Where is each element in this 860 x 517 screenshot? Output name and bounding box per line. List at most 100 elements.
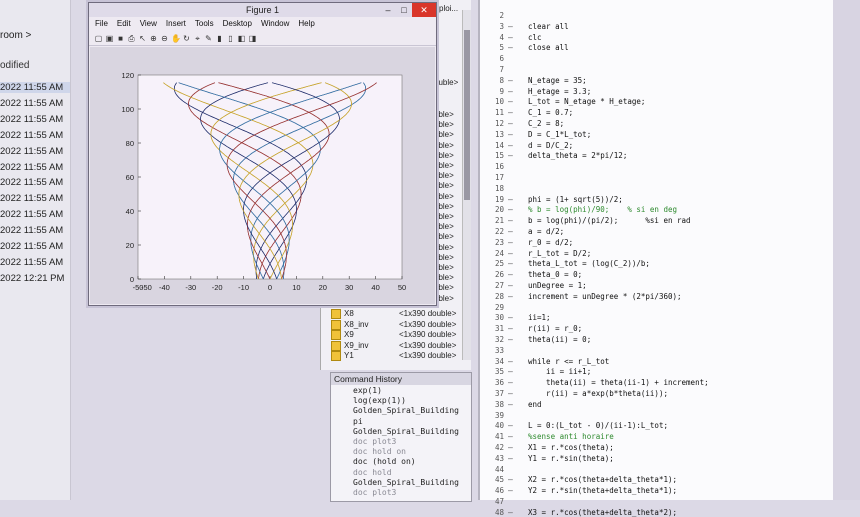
workspace-variable-row[interactable]: X9_inv <1x390 double> <box>331 340 456 351</box>
pan-icon[interactable]: ✋ <box>171 34 181 43</box>
code-line[interactable]: ii = ii+1; <box>528 367 591 376</box>
breakpoint-marker[interactable]: – <box>508 141 513 150</box>
explorer-row[interactable]: 2022 11:55 AM <box>0 130 63 141</box>
code-line[interactable]: end <box>528 400 542 409</box>
explorer-row[interactable]: 2022 11:55 AM <box>0 225 63 236</box>
code-line[interactable]: C_1 = 0.7; <box>528 108 573 117</box>
code-line[interactable]: a = d/2; <box>528 227 564 236</box>
menu-view[interactable]: View <box>140 17 157 31</box>
colorbar-icon[interactable]: ▮ <box>215 34 224 43</box>
menu-help[interactable]: Help <box>298 17 314 31</box>
explorer-row[interactable]: 2022 11:55 AM <box>0 209 63 220</box>
breakpoint-marker[interactable]: – <box>508 43 513 52</box>
breakpoint-marker[interactable]: – <box>508 238 513 247</box>
history-entry[interactable]: log(exp(1)) <box>353 396 406 405</box>
history-entry[interactable]: exp(1) <box>353 386 382 395</box>
breakpoint-marker[interactable]: – <box>508 367 513 376</box>
code-line[interactable]: N_etage = 35; <box>528 76 587 85</box>
code-line[interactable]: L_tot = N_etage * H_etage; <box>528 97 645 106</box>
history-entry[interactable]: Golden_Spiral_Building <box>353 406 459 415</box>
maximize-icon[interactable]: □ <box>396 3 412 17</box>
code-line[interactable]: clc <box>528 33 542 42</box>
save-icon[interactable]: ■ <box>116 34 125 43</box>
breakpoint-marker[interactable]: – <box>508 400 513 409</box>
date-modified-header[interactable]: odified <box>0 60 29 71</box>
zoom-out-icon[interactable]: ⊖ <box>160 34 169 43</box>
breakpoint-marker[interactable]: – <box>508 281 513 290</box>
open-icon[interactable]: ▣ <box>105 34 114 43</box>
explorer-row[interactable]: 2022 12:21 PM <box>0 273 64 284</box>
explorer-row[interactable]: 2022 11:55 AM <box>0 257 63 268</box>
code-line[interactable]: X1 = r.*cos(theta); <box>528 443 614 452</box>
code-line[interactable]: Y2 = r.*sin(theta+delta_theta*1); <box>528 486 677 495</box>
breakpoint-marker[interactable]: – <box>508 324 513 333</box>
breakpoint-marker[interactable]: – <box>508 421 513 430</box>
datacursor-icon[interactable]: ⌖ <box>193 34 202 43</box>
history-entry[interactable]: doc (hold on) <box>353 457 416 466</box>
code-line[interactable]: while r <= r_L_tot <box>528 357 609 366</box>
breakpoint-marker[interactable]: – <box>508 486 513 495</box>
history-entry[interactable]: doc plot3 <box>353 437 396 446</box>
explorer-row[interactable]: 2022 11:55 AM <box>0 177 63 188</box>
code-line[interactable]: increment = unDegree * (2*pi/360); <box>528 292 682 301</box>
history-entry[interactable]: doc hold <box>353 468 392 477</box>
code-line[interactable]: clear all <box>528 22 569 31</box>
menu-insert[interactable]: Insert <box>166 17 186 31</box>
breakpoint-marker[interactable]: – <box>508 22 513 31</box>
print-icon[interactable]: ⎙ <box>127 34 136 43</box>
menu-edit[interactable]: Edit <box>117 17 131 31</box>
breakpoint-marker[interactable]: – <box>508 97 513 106</box>
history-entry[interactable]: doc plot3 <box>353 488 396 497</box>
workspace-variable-row[interactable]: X8 <1x390 double> <box>331 309 456 319</box>
code-line[interactable]: D = C_1*L_tot; <box>528 130 591 139</box>
zoom-in-icon[interactable]: ⊕ <box>149 34 158 43</box>
breakpoint-marker[interactable]: – <box>508 249 513 258</box>
code-line[interactable]: L = 0:(L_tot - 0)/(ii-1):L_tot; <box>528 421 668 430</box>
history-entry[interactable]: doc hold on <box>353 447 406 456</box>
rotate-icon[interactable]: ↻ <box>182 34 191 43</box>
breakpoint-marker[interactable]: – <box>508 389 513 398</box>
new-icon[interactable]: ▢ <box>94 34 103 43</box>
breakpoint-marker[interactable]: – <box>508 195 513 204</box>
code-line[interactable]: r_L_tot = D/2; <box>528 249 591 258</box>
workspace-scrollbar[interactable] <box>462 10 471 360</box>
brush-icon[interactable]: ✎ <box>204 34 213 43</box>
breakpoint-marker[interactable]: – <box>508 443 513 452</box>
explorer-row[interactable]: 2022 11:55 AM <box>0 82 70 93</box>
code-line[interactable]: close all <box>528 43 569 52</box>
breakpoint-marker[interactable]: – <box>508 108 513 117</box>
breakpoint-marker[interactable]: – <box>508 216 513 225</box>
code-line[interactable]: theta(ii) = theta(ii-1) + increment; <box>528 378 709 387</box>
breadcrumb[interactable]: room > <box>0 30 31 41</box>
history-entry[interactable]: Golden_Spiral_Building <box>353 427 459 436</box>
code-line[interactable]: delta_theta = 2*pi/12; <box>528 151 627 160</box>
breakpoint-marker[interactable]: – <box>508 335 513 344</box>
breakpoint-marker[interactable]: – <box>508 508 513 517</box>
explorer-row[interactable]: 2022 11:55 AM <box>0 114 63 125</box>
code-line[interactable]: C_2 = 8; <box>528 119 564 128</box>
code-line[interactable]: % b = log(phi)/90; % si en deg <box>528 205 677 214</box>
figure-window[interactable]: Figure 1 – □ ✕ File Edit View Insert Tools De… <box>88 2 437 306</box>
code-editor[interactable]: 2 3– clear all 4– clc 5– close all 6 7 8– N_etage … <box>478 0 835 517</box>
code-line[interactable]: theta_L_tot = (log(C_2))/b; <box>528 259 650 268</box>
code-line[interactable]: r(ii) = a*exp(b*theta(ii)); <box>528 389 668 398</box>
explorer-row[interactable]: 2022 11:55 AM <box>0 162 63 173</box>
workspace-variable-row[interactable]: X9 <1x390 double> <box>331 330 456 340</box>
breakpoint-marker[interactable]: – <box>508 87 513 96</box>
explorer-row[interactable]: 2022 11:55 AM <box>0 146 63 157</box>
breakpoint-marker[interactable]: – <box>508 292 513 301</box>
menu-file[interactable]: File <box>95 17 108 31</box>
breakpoint-marker[interactable]: – <box>508 454 513 463</box>
breakpoint-marker[interactable]: – <box>508 130 513 139</box>
plot-area[interactable]: -50 -40 -30 -20 -10 0 10 20 30 40 50 -50 0 20 40 60 80 10… <box>90 47 435 304</box>
code-line[interactable]: theta(ii) = 0; <box>528 335 591 344</box>
breakpoint-marker[interactable]: – <box>508 259 513 268</box>
menu-window[interactable]: Window <box>261 17 289 31</box>
breakpoint-marker[interactable]: – <box>508 76 513 85</box>
code-line[interactable]: Y1 = r.*sin(theta); <box>528 454 614 463</box>
explorer-row[interactable]: 2022 11:55 AM <box>0 241 63 252</box>
code-line[interactable]: ii=1; <box>528 313 551 322</box>
close-icon[interactable]: ✕ <box>412 3 436 17</box>
menu-desktop[interactable]: Desktop <box>223 17 252 31</box>
menu-tools[interactable]: Tools <box>195 17 214 31</box>
